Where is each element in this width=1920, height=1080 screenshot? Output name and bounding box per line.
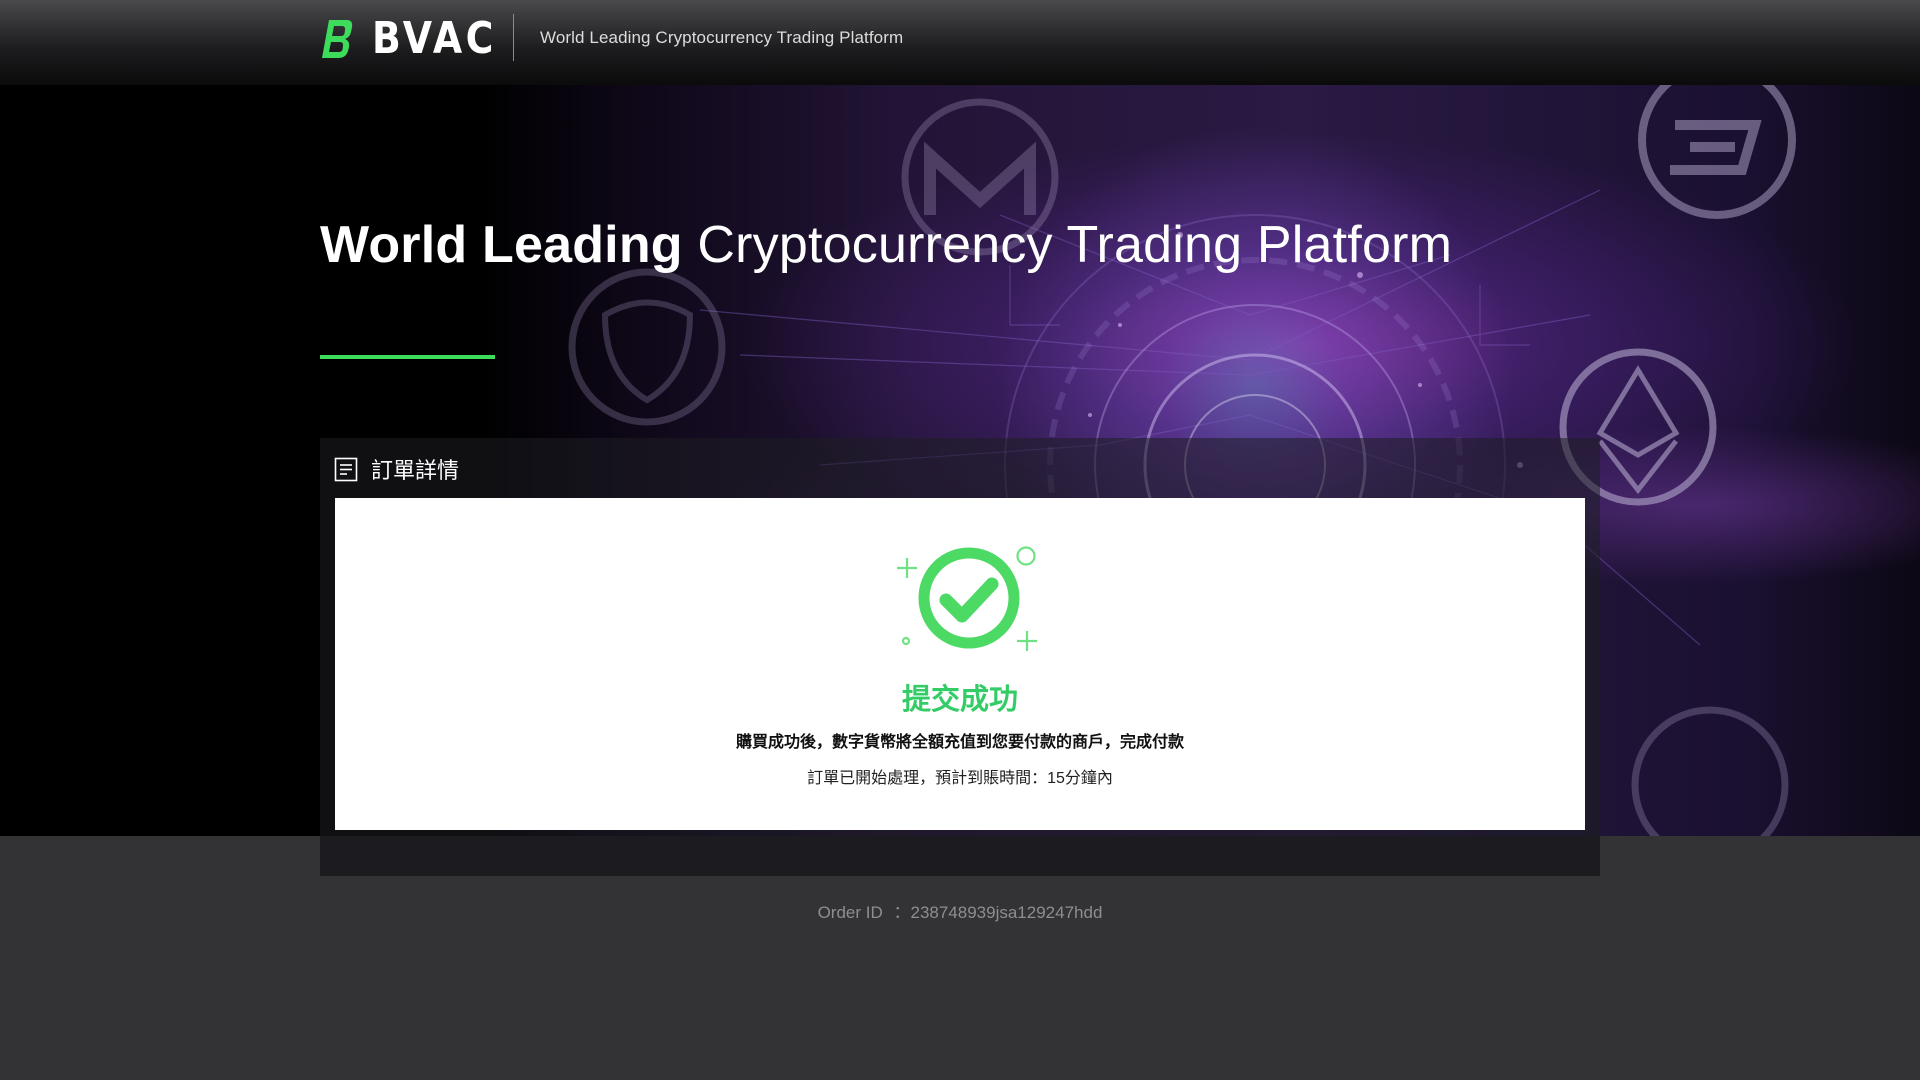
- order-panel-title: 訂單詳情: [371, 458, 460, 483]
- success-check-icon: [897, 546, 1037, 651]
- nem-coin-icon: [568, 268, 726, 426]
- success-detail: 訂單已開始處理，預計到賬時間：15分鐘內: [807, 770, 1113, 787]
- order-id-value[interactable]: 238748939jsa129247hdd: [910, 903, 1102, 922]
- bvac-logo-icon: [322, 20, 353, 58]
- order-status-card: 提交成功 購買成功後，數字貨幣將全額充值到您要付款的商戶，完成付款 訂單已開始處…: [335, 498, 1585, 830]
- hero-title-bold: World Leading: [320, 216, 683, 274]
- order-panel-header: 訂單詳情: [334, 453, 459, 485]
- success-title: 提交成功: [901, 684, 1018, 716]
- brand-logo[interactable]: BVAC: [320, 14, 517, 64]
- header-tagline: World Leading Cryptocurrency Trading Pla…: [540, 28, 904, 47]
- document-icon: [334, 457, 358, 481]
- brand-name: BVAC: [372, 13, 497, 64]
- dash-coin-icon: [1638, 85, 1796, 219]
- order-id-separator: ：: [893, 903, 911, 922]
- hero-accent-underline: [320, 355, 495, 359]
- order-details-panel: 訂單詳情 提交成功 購買成功後，數字貨幣將全額充值到您要付款的商戶，完成付款 訂…: [320, 438, 1600, 876]
- order-id-label: Order ID: [817, 903, 888, 922]
- hero-title-light: Cryptocurrency Trading Platform: [697, 216, 1453, 274]
- order-id-line: Order ID ：238748939jsa129247hdd: [0, 898, 1920, 923]
- ripple-coin-icon: [1631, 706, 1789, 836]
- top-header: BVAC World Leading Cryptocurrency Tradin…: [0, 0, 1920, 85]
- header-divider: [513, 14, 514, 61]
- success-message: 購買成功後，數字貨幣將全額充值到您要付款的商戶，完成付款: [735, 734, 1184, 751]
- hero-title: World Leading Cryptocurrency Trading Pla…: [320, 215, 1452, 275]
